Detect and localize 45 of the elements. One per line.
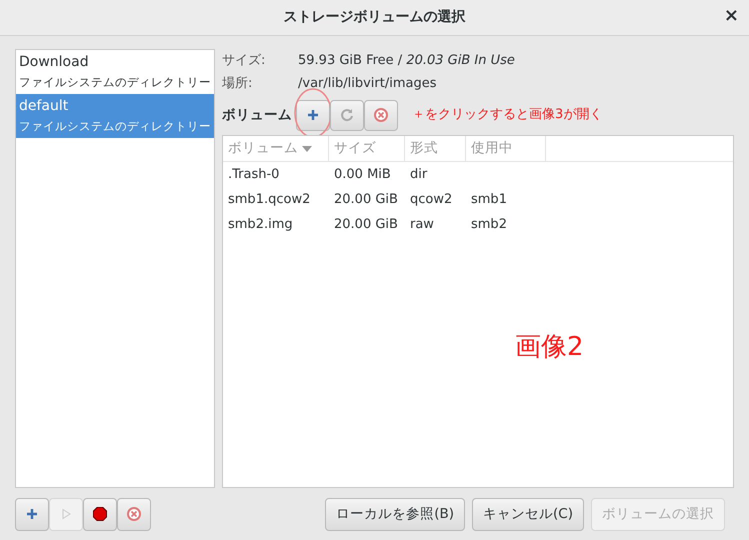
plus-icon <box>26 508 38 520</box>
pool-name: Download <box>19 53 90 72</box>
table-cell: smb2 <box>471 216 507 232</box>
info-label: 場所: <box>222 74 254 93</box>
plus-icon <box>307 109 319 121</box>
pool-type: ファイルシステムのディレクトリー <box>19 74 211 91</box>
table-cell: smb1 <box>471 192 507 207</box>
close-button[interactable]: × <box>724 7 739 25</box>
annotation-text: ＋をクリックすると画像3が開く <box>412 106 602 124</box>
sort-arrow-icon <box>302 146 312 152</box>
column-header[interactable]: 形式 <box>405 136 466 161</box>
delete-icon <box>126 506 142 522</box>
info-label: サイズ: <box>222 52 266 70</box>
table-cell: .Trash-0 <box>228 166 280 182</box>
refresh-button[interactable] <box>330 100 364 130</box>
pool-item[interactable]: default ファイルシステムのディレクトリー <box>16 94 214 138</box>
add-button[interactable] <box>15 498 49 530</box>
pool-item[interactable]: Download ファイルシステムのディレクトリー <box>16 50 214 94</box>
table-cell: raw <box>410 216 434 232</box>
table-cell: qcow2 <box>410 192 452 207</box>
annotation-label: 画像2 <box>515 331 584 364</box>
column-header[interactable]: サイズ <box>329 136 405 161</box>
delete-button[interactable] <box>364 100 398 130</box>
table-cell: 0.00 MiB <box>334 166 391 182</box>
table-cell: 20.00 GiB <box>334 192 398 207</box>
table-cell: dir <box>410 166 428 182</box>
volume-label: ボリューム <box>222 106 292 125</box>
table-cell: 20.00 GiB <box>334 216 398 232</box>
pool-type: ファイルシステムのディレクトリー <box>19 118 211 135</box>
stop-icon <box>93 507 107 521</box>
dialog-button[interactable]: ローカルを参照(B) <box>325 498 466 530</box>
window-title: ストレージボリュームの選択 <box>284 8 466 27</box>
play-icon <box>60 508 72 520</box>
stop-button[interactable] <box>83 498 117 530</box>
delete-icon <box>373 107 389 123</box>
add-button[interactable] <box>296 100 330 130</box>
column-header[interactable]: ボリューム <box>223 136 329 161</box>
refresh-icon <box>339 107 355 123</box>
table-cell: smb2.img <box>228 216 293 232</box>
dialog-button[interactable]: キャンセル(C) <box>472 498 584 530</box>
column-header[interactable]: 使用中 <box>466 136 546 161</box>
info-value: 59.93 GiB Free / 20.03 GiB In Use <box>298 52 515 70</box>
table-cell: smb1.qcow2 <box>228 192 310 207</box>
pool-name: default <box>19 97 70 116</box>
info-value: /var/lib/libvirt/images <box>298 74 436 93</box>
